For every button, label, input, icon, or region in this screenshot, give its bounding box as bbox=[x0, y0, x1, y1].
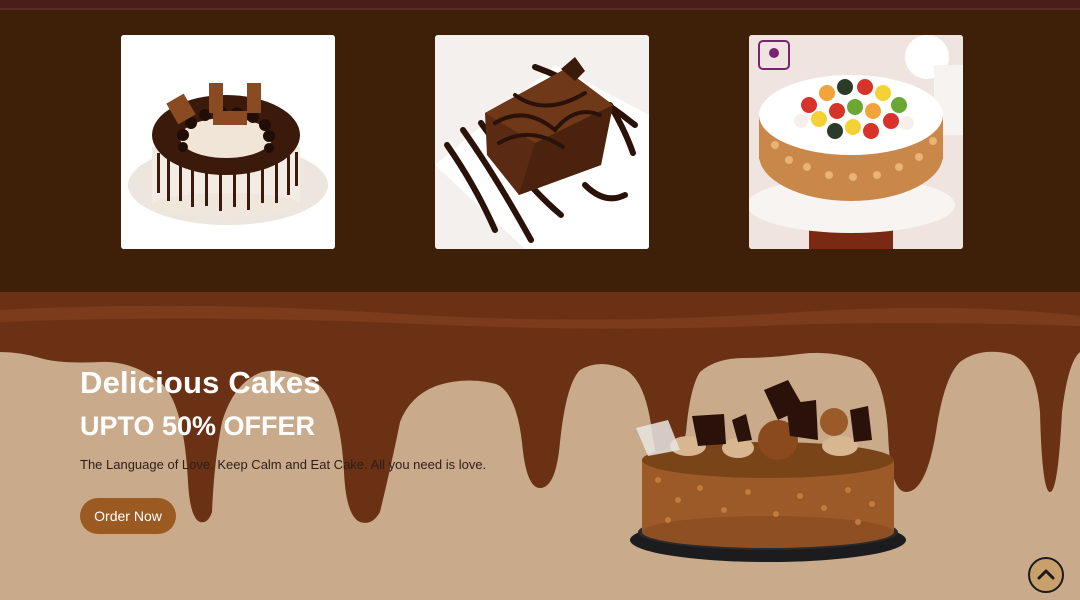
chocolate-drip-background bbox=[0, 292, 1080, 600]
gallery-card-brownie[interactable] bbox=[435, 35, 649, 249]
fruit-cake-image bbox=[749, 35, 963, 249]
cake-gallery bbox=[0, 10, 1080, 292]
chocolate-drip-cake-image bbox=[121, 35, 335, 249]
hero-offer: UPTO 50% OFFER bbox=[80, 411, 316, 441]
top-bar bbox=[0, 0, 1080, 10]
chevron-up-icon bbox=[1037, 569, 1055, 580]
hero-tagline: The Language of Love. Keep Calm and Eat … bbox=[80, 457, 487, 472]
page: Delicious Cakes UPTO 50% OFFER The Langu… bbox=[0, 0, 1080, 600]
chocolate-truffle-cake-image bbox=[630, 380, 906, 562]
gallery-card-chocolate-cake[interactable] bbox=[121, 35, 335, 249]
order-now-button[interactable]: Order Now bbox=[80, 498, 176, 534]
brownie-slice-image bbox=[435, 35, 649, 249]
scroll-to-top-button[interactable] bbox=[1028, 557, 1064, 593]
hero-title: Delicious Cakes bbox=[80, 365, 321, 400]
gallery-card-fruit-cake[interactable] bbox=[749, 35, 963, 249]
hero-banner: Delicious Cakes UPTO 50% OFFER The Langu… bbox=[0, 292, 1080, 600]
